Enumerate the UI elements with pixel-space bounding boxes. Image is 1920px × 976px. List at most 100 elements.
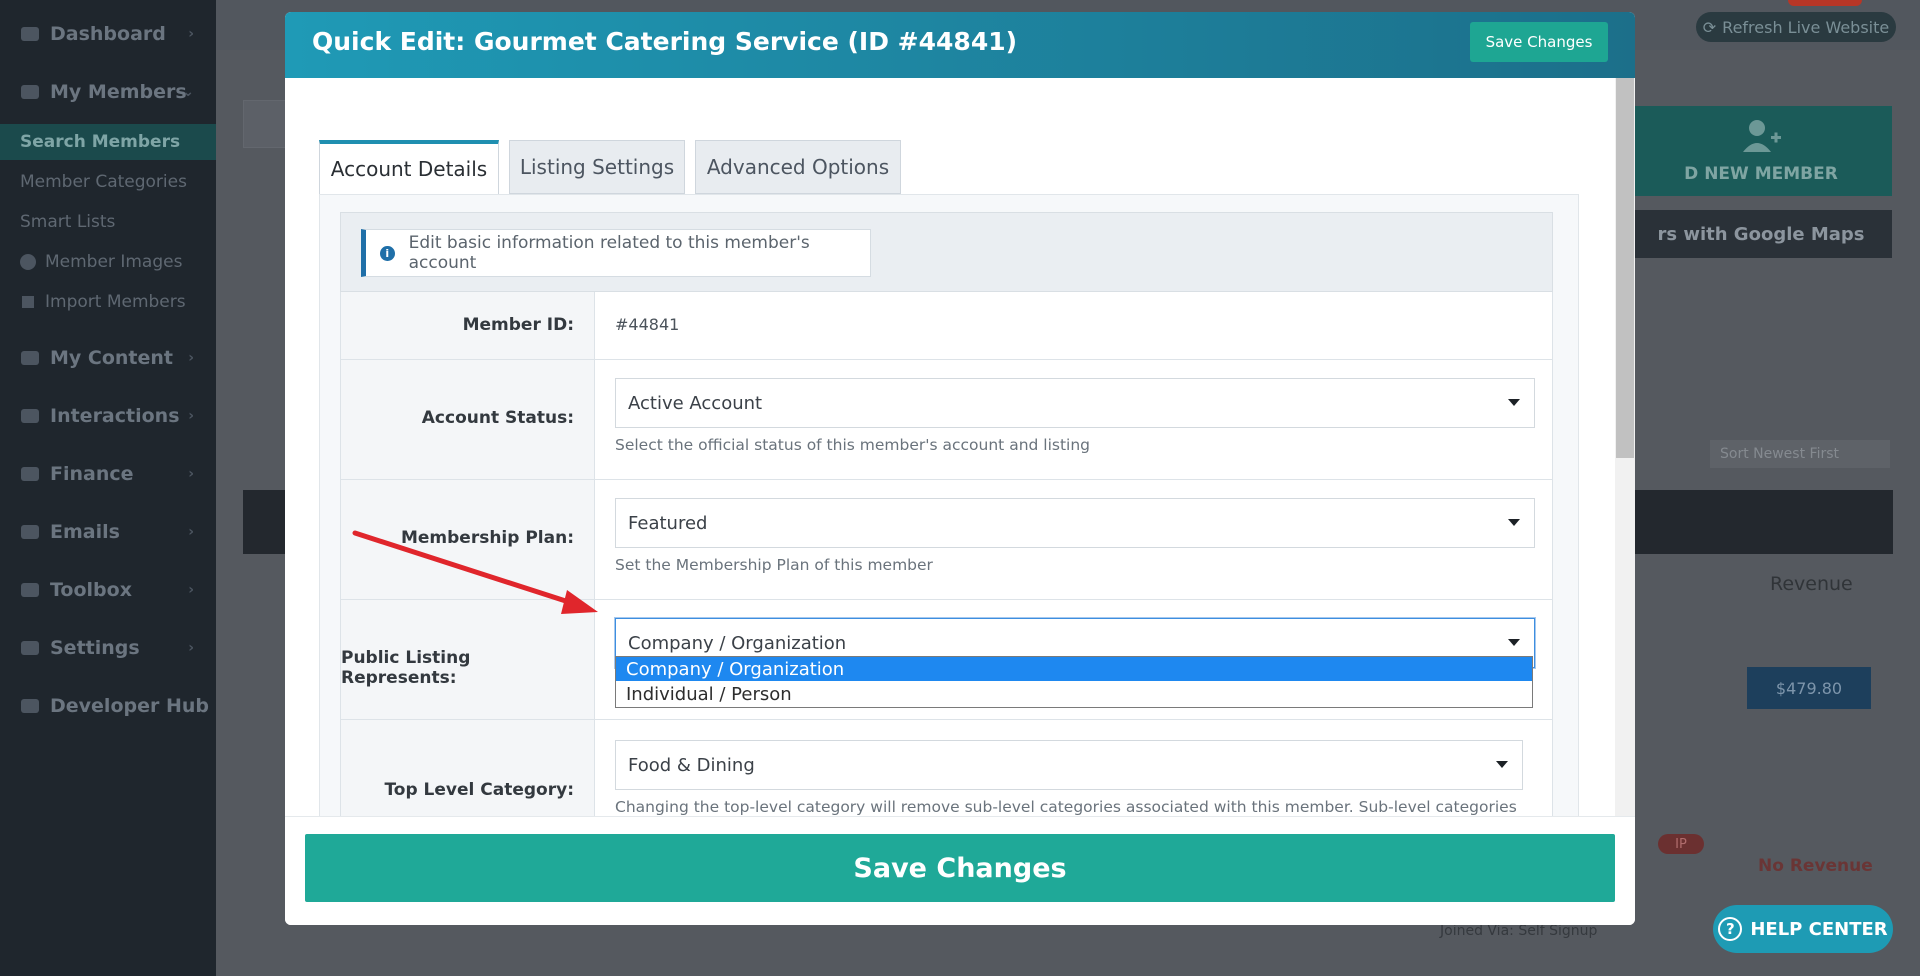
sidebar-item-label: Interactions: [50, 405, 180, 427]
membership-plan-label: Membership Plan:: [400, 528, 574, 548]
user-circle-icon: [20, 254, 36, 270]
sidebar-item-label: My Content: [50, 347, 174, 369]
member-id-value: #44841: [615, 315, 680, 334]
sidebar-subitem-member-images[interactable]: Member Images: [0, 244, 216, 280]
info-icon: i: [380, 245, 395, 261]
footer-save-button[interactable]: Save Changes: [305, 834, 1615, 902]
folder-icon: [18, 346, 42, 370]
membership-plan-select[interactable]: Featured: [615, 498, 1535, 548]
notification-tab[interactable]: [1788, 0, 1862, 6]
no-revenue-text: No Revenue: [1758, 856, 1873, 876]
sidebar-item-toolbox[interactable]: Toolbox ›: [0, 570, 216, 610]
tab-account-details[interactable]: Account Details: [319, 140, 499, 194]
top-category-value: Food & Dining: [628, 754, 755, 776]
sidebar-subitem-search-members[interactable]: Search Members: [0, 124, 226, 160]
caret-down-icon: [1508, 399, 1520, 406]
info-alert: i Edit basic information related to this…: [361, 229, 871, 277]
sort-label: Sort Newest First: [1720, 446, 1839, 462]
membership-plan-row: Membership Plan: Featured Set the Member…: [340, 480, 1553, 600]
tab-advanced-options[interactable]: Advanced Options: [695, 140, 901, 194]
account-status-value: Active Account: [628, 392, 763, 414]
joined-via-text: Joined Via: Self Signup: [1440, 923, 1598, 939]
top-category-select[interactable]: Food & Dining: [615, 740, 1523, 790]
plus-icon: [22, 296, 34, 308]
public-listing-value: Company / Organization: [628, 632, 847, 654]
revenue-column-header: Revenue: [1770, 573, 1853, 595]
pie-chart-icon: [18, 462, 42, 486]
account-status-row: Account Status: Active Account Select th…: [340, 360, 1553, 480]
chevron-right-icon: ›: [188, 408, 194, 424]
sidebar: Dashboard › My Members ⌄ Search Members …: [0, 0, 226, 976]
top-category-row: Top Level Category: Food & Dining Changi…: [340, 720, 1553, 816]
gear-icon: [18, 636, 42, 660]
option-individual-person[interactable]: Individual / Person: [616, 682, 1532, 706]
public-listing-dropdown: Company / Organization Individual / Pers…: [615, 656, 1533, 708]
sidebar-item-my-members[interactable]: My Members ⌄: [0, 72, 216, 112]
sidebar-item-emails[interactable]: Emails ›: [0, 512, 216, 552]
add-user-icon: [1743, 120, 1781, 152]
ip-badge: IP: [1658, 834, 1704, 854]
add-new-member-button[interactable]: D NEW MEMBER: [1630, 106, 1892, 196]
chevron-right-icon: ›: [188, 26, 194, 42]
modal-header: Quick Edit: Gourmet Catering Service (ID…: [285, 12, 1635, 78]
quick-edit-modal: Quick Edit: Gourmet Catering Service (ID…: [285, 12, 1635, 925]
google-maps-button[interactable]: rs with Google Maps: [1630, 210, 1892, 258]
sidebar-subitem-label: Smart Lists: [20, 212, 116, 232]
sidebar-item-label: My Members: [50, 81, 187, 103]
membership-plan-help: Set the Membership Plan of this member: [615, 556, 933, 574]
sidebar-item-label: Dashboard: [50, 23, 166, 45]
modal-footer: Save Changes: [285, 816, 1635, 925]
refresh-live-website-button[interactable]: ⟳ Refresh Live Website: [1696, 12, 1896, 42]
sidebar-item-settings[interactable]: Settings ›: [0, 628, 216, 668]
question-circle-icon: ?: [1718, 917, 1743, 941]
header-save-button[interactable]: Save Changes: [1470, 22, 1608, 62]
modal-title: Quick Edit: Gourmet Catering Service (ID…: [312, 27, 1018, 56]
sidebar-subitem-smart-lists[interactable]: Smart Lists: [0, 204, 216, 240]
modal-scrollbar-thumb[interactable]: [1616, 78, 1634, 458]
sidebar-subitem-label: Member Categories: [20, 172, 187, 192]
sidebar-item-interactions[interactable]: Interactions ›: [0, 396, 216, 436]
sort-select[interactable]: Sort Newest First: [1710, 440, 1890, 468]
add-member-label: D NEW MEMBER: [1684, 164, 1838, 184]
public-listing-label: Public Listing Represents:: [341, 648, 471, 688]
sidebar-item-label: Settings: [50, 637, 140, 659]
sidebar-item-label: Developer Hub: [50, 695, 209, 717]
info-row: i Edit basic information related to this…: [340, 212, 1553, 292]
sidebar-item-dashboard[interactable]: Dashboard ›: [0, 14, 216, 54]
google-maps-label: rs with Google Maps: [1657, 223, 1865, 245]
help-center-button[interactable]: ? HELP CENTER: [1713, 905, 1893, 953]
sidebar-item-developer-hub[interactable]: Developer Hub: [0, 686, 216, 726]
chevron-right-icon: ›: [188, 524, 194, 540]
sidebar-subitem-member-categories[interactable]: Member Categories: [0, 164, 216, 200]
chevron-right-icon: ›: [188, 466, 194, 482]
chevron-right-icon: ›: [188, 582, 194, 598]
sidebar-item-my-content[interactable]: My Content ›: [0, 338, 216, 378]
envelope-icon: [18, 520, 42, 544]
account-status-label: Account Status:: [421, 408, 574, 428]
option-company-organization[interactable]: Company / Organization: [616, 657, 1532, 681]
info-text: Edit basic information related to this m…: [408, 233, 810, 273]
refresh-label: Refresh Live Website: [1722, 17, 1890, 37]
account-status-select[interactable]: Active Account: [615, 378, 1535, 428]
sidebar-subitem-import-members[interactable]: Import Members: [0, 284, 216, 320]
sidebar-item-label: Toolbox: [50, 579, 132, 601]
member-id-row: Member ID: #44841: [340, 292, 1553, 360]
chevron-right-icon: ›: [188, 640, 194, 656]
caret-down-icon: [1508, 639, 1520, 646]
sidebar-item-label: Finance: [50, 463, 134, 485]
wrench-icon: [18, 578, 42, 602]
chat-icon: [18, 404, 42, 428]
top-category-help: Changing the top-level category will rem…: [615, 798, 1517, 816]
revenue-amount-badge[interactable]: $479.80: [1747, 667, 1871, 709]
chevron-right-icon: ›: [188, 350, 194, 366]
account-status-help: Select the official status of this membe…: [615, 436, 1091, 454]
sidebar-subitem-label: Member Images: [45, 252, 183, 272]
sidebar-subitem-label: Search Members: [20, 132, 181, 152]
dashboard-icon: [18, 22, 42, 46]
sidebar-item-finance[interactable]: Finance ›: [0, 454, 216, 494]
chevron-down-icon: ⌄: [182, 84, 194, 100]
sidebar-item-label: Emails: [50, 521, 120, 543]
grid-icon: [18, 694, 42, 718]
membership-plan-value: Featured: [628, 512, 708, 534]
tab-listing-settings[interactable]: Listing Settings: [509, 140, 685, 194]
